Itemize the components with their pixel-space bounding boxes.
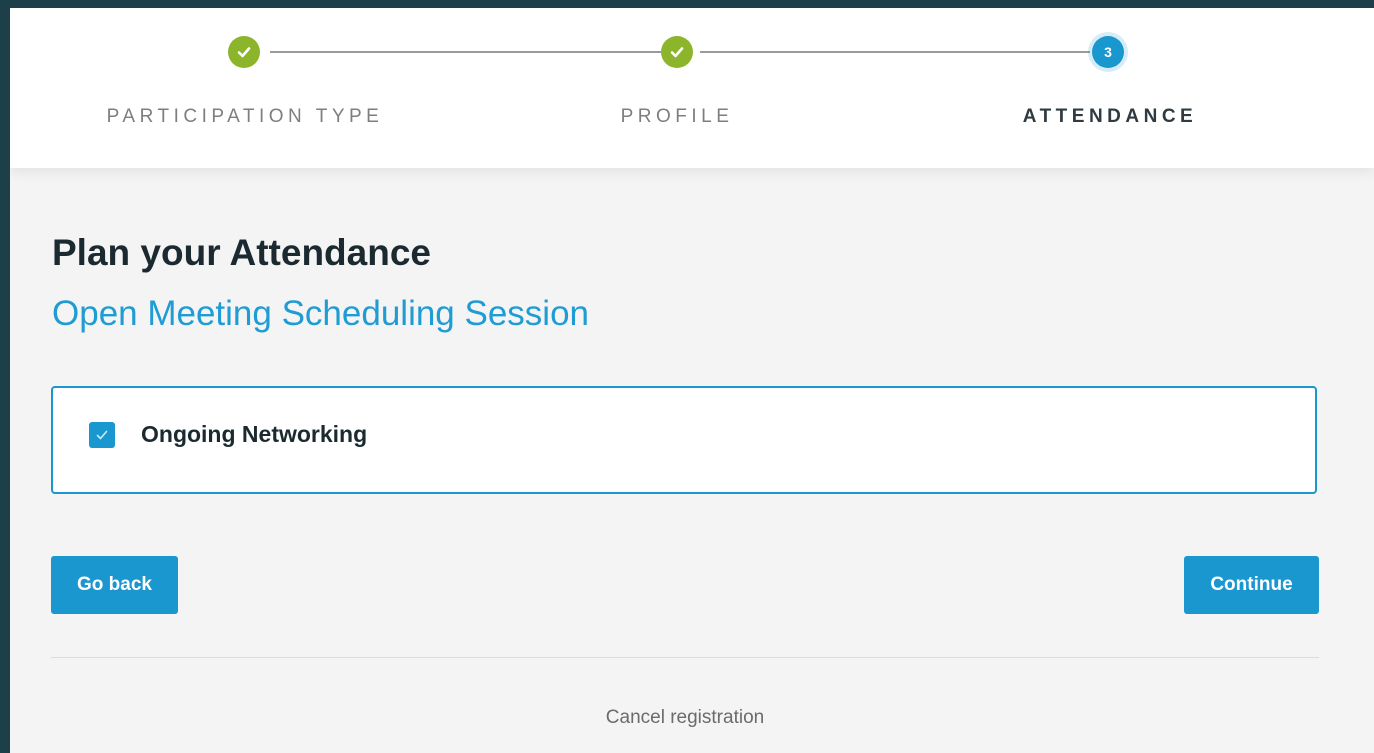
step-3-current-indicator: 3 [1092, 36, 1124, 68]
step-label-profile: PROFILE [620, 106, 734, 127]
continue-button[interactable]: Continue [1184, 556, 1319, 614]
step-2-complete-check-icon [661, 36, 693, 68]
ongoing-networking-checkbox[interactable] [89, 422, 115, 448]
cancel-registration-link[interactable]: Cancel registration [606, 707, 764, 729]
step-connector [270, 51, 666, 53]
step-1-complete-check-icon [228, 36, 260, 68]
checkmark-icon [96, 430, 108, 440]
progress-stepper: 3 PARTICIPATION TYPE PROFILE ATTENDANCE [10, 8, 1374, 168]
registration-frame: 3 PARTICIPATION TYPE PROFILE ATTENDANCE … [10, 8, 1374, 753]
attendance-option-card[interactable]: Ongoing Networking [51, 386, 1317, 494]
go-back-button[interactable]: Go back [51, 556, 178, 614]
step-connector [700, 51, 1090, 53]
step-label-attendance: ATTENDANCE [1022, 106, 1198, 127]
ongoing-networking-label[interactable]: Ongoing Networking [141, 421, 367, 448]
page-title: Plan your Attendance [52, 232, 431, 273]
divider [51, 657, 1319, 658]
session-title: Open Meeting Scheduling Session [52, 294, 590, 333]
step-label-participation-type: PARTICIPATION TYPE [106, 106, 384, 127]
